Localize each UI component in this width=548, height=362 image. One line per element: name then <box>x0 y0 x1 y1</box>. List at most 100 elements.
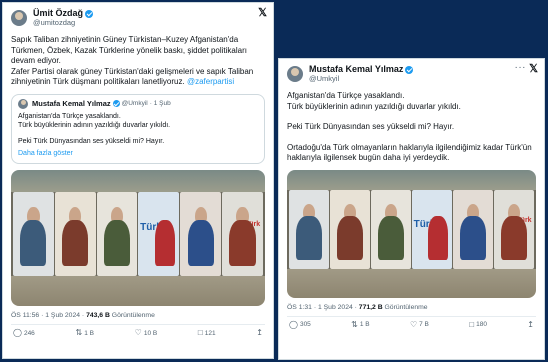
tweet-paragraph: Ortadoğu'da Türk olmayanların haklarıyla… <box>287 142 532 163</box>
reply-button[interactable]: ◯ 305 <box>289 319 311 329</box>
share-icon: ↥ <box>256 328 263 338</box>
share-button[interactable]: ↥ <box>256 329 263 337</box>
mural-panel <box>96 191 138 277</box>
quoted-author-name[interactable]: Mustafa Kemal Yılmaz <box>32 99 111 108</box>
tweet-paragraph: Peki Türk Dünyasından ses yükseldi mi? H… <box>287 122 455 132</box>
mural-panel: Türk <box>412 190 452 270</box>
author-handle[interactable]: @umitozdag <box>33 18 93 27</box>
mural-figure <box>460 216 486 260</box>
like-button[interactable]: ♡ 7 B <box>409 319 429 329</box>
mural-figure <box>229 219 256 267</box>
views-label: Görüntülenme <box>382 303 428 311</box>
tweet-photo[interactable]: Türk Türk <box>287 169 536 298</box>
mural-figure <box>62 219 89 267</box>
quoted-text: Afganistan'da Türkçe yasaklandı. Türk bü… <box>18 112 258 147</box>
retweet-count: 1 B <box>84 329 94 337</box>
author-handle[interactable]: @Umkyil <box>309 74 413 83</box>
mural-figure <box>104 219 131 267</box>
tweet-card-mustafa-kemal-yilmaz: Mustafa Kemal Yılmaz @Umkyil ··· 𝕏 Afgan… <box>278 58 545 360</box>
quoted-line: Türk büyüklerinin adının yazıldığı duvar… <box>18 122 171 130</box>
mural-figure <box>337 216 363 260</box>
mention-link[interactable]: @zaferpartisi <box>187 77 234 86</box>
like-count: 7 B <box>419 321 429 329</box>
verified-badge-icon <box>405 65 414 74</box>
quoted-author[interactable]: Mustafa Kemal Yılmaz @Umkyil · 1 Şub <box>18 98 258 109</box>
heart-icon: ♡ <box>409 319 418 329</box>
like-button[interactable]: ♡ 10 B <box>135 329 158 337</box>
verified-badge-icon <box>85 9 94 18</box>
quoted-line: Afganistan'da Türkçe yasaklandı. <box>18 112 121 120</box>
share-button[interactable]: ↥ <box>527 319 534 329</box>
mural-panel <box>330 190 370 270</box>
bookmark-count: 180 <box>476 321 487 329</box>
reply-button[interactable]: ◯ 246 <box>13 329 35 337</box>
tweet-paragraph: Türk büyüklerinin adının yazıldığı duvar… <box>287 101 461 111</box>
mural-panel: Türk <box>222 191 263 277</box>
divider <box>11 324 265 326</box>
avatar[interactable] <box>11 10 27 27</box>
reply-icon: ◯ <box>289 319 298 329</box>
x-logo-icon[interactable]: 𝕏 <box>258 6 267 19</box>
tweet-timestamp[interactable]: ÖS 1:31 · 1 Şub 2024 · <box>287 304 359 311</box>
tweet-author[interactable]: Mustafa Kemal Yılmaz @Umkyil <box>287 64 544 83</box>
tweet-paragraph <box>287 112 536 122</box>
tweet-actions: ◯ 305 ⇅ 1 B ♡ 7 B □ 180 ↥ <box>289 319 534 329</box>
tweet-card-umit-ozdag: Ümit Özdağ @umitozdag 𝕏 Sapık Taliban zi… <box>2 2 274 359</box>
like-count: 10 B <box>143 329 158 337</box>
bookmark-icon: □ <box>197 328 203 338</box>
tweet-paragraph <box>287 133 536 143</box>
verified-badge-icon <box>112 100 120 108</box>
tweet-timestamp[interactable]: ÖS 11:56 · 1 Şub 2024 · <box>11 312 86 319</box>
retweet-count: 1 B <box>359 321 370 329</box>
x-logo-icon[interactable]: 𝕏 <box>529 62 538 75</box>
quoted-tweet[interactable]: Mustafa Kemal Yılmaz @Umkyil · 1 Şub Afg… <box>11 93 265 165</box>
mural-figure <box>501 216 527 260</box>
show-more-link[interactable]: Daha fazla göster <box>18 150 258 157</box>
mural-panel <box>13 191 54 277</box>
more-options-icon[interactable]: ··· <box>515 62 527 73</box>
mural-panel <box>453 190 493 270</box>
retweet-icon: ⇅ <box>351 319 358 329</box>
photo-ground <box>11 276 265 307</box>
mural-figure <box>296 216 322 260</box>
reply-count: 246 <box>23 329 35 337</box>
heart-icon: ♡ <box>134 328 142 338</box>
share-icon: ↥ <box>527 319 534 329</box>
tweet-meta: ÖS 1:31 · 1 Şub 2024 · 771,2 B Görüntüle… <box>287 304 536 311</box>
view-count: 771,2 B <box>358 303 383 311</box>
quoted-author-handle[interactable]: @Umkyil <box>122 100 148 107</box>
bookmark-button[interactable]: □ 180 <box>469 320 487 329</box>
mural-figure <box>428 216 448 260</box>
mural-panel <box>180 191 222 277</box>
mural-figure <box>187 219 214 267</box>
bookmark-count: 121 <box>204 329 216 337</box>
tweet-author[interactable]: Ümit Özdağ @umitozdag <box>11 8 273 27</box>
mural-figure <box>154 219 176 267</box>
reply-count: 305 <box>299 321 311 329</box>
retweet-button[interactable]: ⇅ 1 B <box>351 319 370 329</box>
mural-figure <box>20 219 47 267</box>
retweet-button[interactable]: ⇅ 1 B <box>76 329 94 337</box>
mural-panel: Türk <box>138 191 180 277</box>
view-count: 743,6 B <box>86 312 110 320</box>
tweet-paragraph: Afganistan'da Türkçe yasaklandı. <box>287 91 405 101</box>
avatar[interactable] <box>18 98 28 109</box>
tweet-text: Afganistan'da Türkçe yasaklandı. Türk bü… <box>287 91 536 164</box>
mural-panel: Türk <box>494 190 534 270</box>
mural-figure <box>378 216 404 260</box>
tweet-paragraph: Sapık Taliban zihniyetinin Güney Türkist… <box>11 35 247 66</box>
divider <box>287 315 536 317</box>
photo-mural-wall: Türk Türk <box>11 191 265 277</box>
tweet-actions: ◯ 246 ⇅ 1 B ♡ 10 B □ 121 ↥ <box>13 329 263 337</box>
avatar[interactable] <box>287 66 303 83</box>
views-label: Görüntülenme <box>109 312 155 320</box>
photo-mural-wall: Türk Türk <box>287 190 536 270</box>
bookmark-button[interactable]: □ 121 <box>198 329 216 337</box>
quoted-line: Peki Türk Dünyasından ses yükseldi mi? H… <box>18 137 165 145</box>
reply-icon: ◯ <box>13 328 22 338</box>
quoted-time: · 1 Şub <box>149 100 171 108</box>
tweet-photo[interactable]: Türk Türk <box>11 170 265 307</box>
photo-ground <box>287 269 536 298</box>
tweet-meta: ÖS 11:56 · 1 Şub 2024 · 743,6 B Görüntül… <box>11 312 265 319</box>
retweet-icon: ⇅ <box>75 328 83 338</box>
